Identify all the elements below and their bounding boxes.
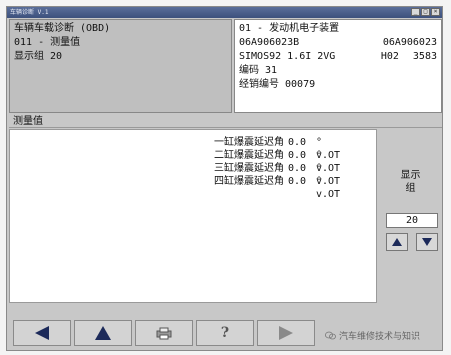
measurement-value: 0.0 — [288, 163, 307, 174]
wechat-icon — [325, 331, 336, 340]
left-arrow-icon — [35, 326, 49, 340]
measurement-value: 0.0 — [288, 150, 307, 161]
measurement-unit: ° v.OT — [316, 176, 341, 200]
help-button[interactable]: ? — [196, 320, 254, 346]
measurement-unit: ° v.OT — [316, 137, 341, 161]
engine-code: SIMOS92 1.6I 2VG — [239, 51, 336, 62]
maximize-button[interactable]: □ — [421, 8, 430, 16]
watermark: 汽车维修技术与知识 — [325, 329, 420, 342]
display-group-input[interactable]: 20 — [386, 213, 438, 228]
group-down-button[interactable] — [416, 233, 438, 251]
close-button[interactable]: × — [431, 8, 440, 16]
app-window: 车辆诊断 V.1 _ □ × 车辆车载诊断 (OBD) 011 - 测量值 显示… — [6, 6, 443, 351]
measurement-row: 四缸爆震延迟角 0.0 ° v.OT — [10, 175, 376, 200]
measurement-row: 二缸爆震延迟角 0.0 ° v.OT — [10, 149, 376, 174]
part-number: 06A906023B — [239, 37, 300, 48]
window-controls: _ □ × — [411, 8, 440, 16]
triangle-down-icon — [422, 238, 432, 246]
obd-title: 车辆车载诊断 (OBD) — [14, 23, 111, 34]
forward-button[interactable] — [257, 320, 315, 346]
window-title: 车辆诊断 V.1 — [10, 9, 49, 16]
display-group-panel: 显示 组 20 — [379, 129, 442, 303]
coding-value: 编码 31 — [239, 65, 278, 76]
help-icon: ? — [220, 325, 230, 341]
up-button[interactable] — [74, 320, 132, 346]
up-arrow-icon — [95, 326, 111, 340]
printer-icon — [156, 327, 172, 340]
ecu-name: 01 - 发动机电子装置 — [239, 23, 340, 34]
measured-values-panel: 一缸爆震延迟角 0.0 ° v.OT 二缸爆震延迟角 0.0 ° v.OT 三缸… — [9, 129, 377, 303]
group-up-button[interactable] — [386, 233, 408, 251]
measurement-row: 三缸爆震延迟角 0.0 ° v.OT — [10, 162, 376, 187]
measurement-label: 四缸爆震延迟角 — [214, 176, 284, 187]
title-bar: 车辆诊断 V.1 _ □ × — [7, 7, 442, 18]
measurement-label: 三缸爆震延迟角 — [214, 163, 284, 174]
software-version: H02 — [380, 51, 399, 62]
triangle-up-icon — [392, 238, 402, 246]
minimize-button[interactable]: _ — [411, 8, 420, 16]
display-group-label-line2: 组 — [405, 183, 416, 194]
measurement-row: 一缸爆震延迟角 0.0 ° v.OT — [10, 136, 376, 161]
part-number-alt: 06A906023 — [382, 37, 437, 48]
version-code: 3583 — [412, 51, 437, 62]
function-title: 011 - 测量值 — [14, 37, 81, 48]
back-button[interactable] — [13, 320, 71, 346]
right-arrow-icon — [279, 326, 293, 340]
measurement-value: 0.0 — [288, 137, 307, 148]
measurement-value: 0.0 — [288, 176, 307, 187]
part-number-row: 06A906023B 06A906023 — [239, 36, 437, 50]
watermark-text: 汽车维修技术与知识 — [339, 332, 421, 342]
version-group: H02 3583 — [381, 50, 437, 64]
measured-values-heading: 测量值 — [9, 115, 442, 128]
display-group-title: 显示组 20 — [14, 51, 63, 62]
function-header: 车辆车载诊断 (OBD) 011 - 测量值 显示组 20 — [9, 19, 232, 113]
measurement-label: 一缸爆震延迟角 — [214, 137, 284, 148]
measurement-unit: ° v.OT — [316, 163, 341, 187]
print-button[interactable] — [135, 320, 193, 346]
display-group-label: 显示 组 — [379, 169, 442, 195]
dealer-number: 经销编号 00079 — [239, 79, 316, 90]
display-group-label-line1: 显示 — [400, 170, 421, 181]
ecu-identification: 01 - 发动机电子装置 06A906023B 06A906023 SIMOS9… — [234, 19, 442, 113]
measurement-label: 二缸爆震延迟角 — [214, 150, 284, 161]
engine-row: SIMOS92 1.6I 2VG H02 3583 — [239, 50, 437, 64]
measurement-unit: ° v.OT — [316, 150, 341, 174]
